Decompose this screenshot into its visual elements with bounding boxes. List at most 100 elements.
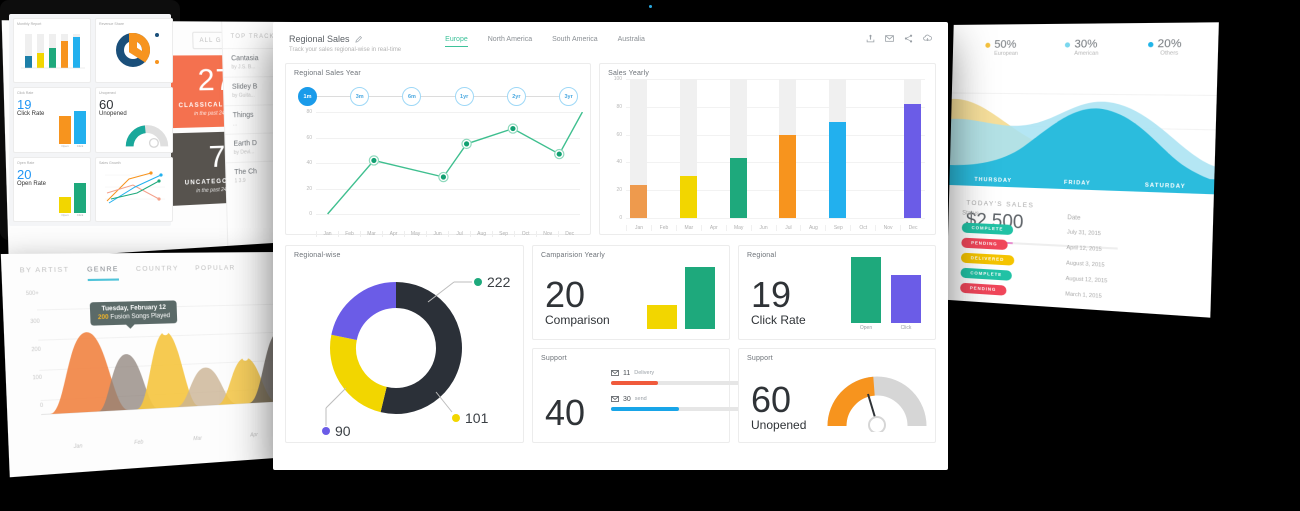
x-tick: May: [725, 225, 751, 231]
gauge-chart: [827, 376, 927, 432]
card-comparison-yearly: Camparision Yearly 20 Comparison: [532, 245, 730, 340]
click-rate-value: 19: [17, 97, 32, 113]
mail-icon: [611, 370, 619, 376]
data-point-center: [510, 125, 516, 132]
range-step-1m[interactable]: 1m: [298, 87, 317, 106]
card-title: Regional Sales Year: [294, 70, 361, 77]
genre-area-chart-panel: BY ARTIST GENRE COUNTRY POPULAR 500+ 300 200 1…: [0, 251, 292, 478]
range-step-3yr[interactable]: 3yr: [559, 87, 579, 106]
unopened-value: 60: [99, 97, 114, 113]
range-step-1yr[interactable]: 1yr: [454, 87, 474, 106]
regional-overview-panel: 50% European 30% American 20% Others THURSDAY…: [946, 22, 1219, 318]
donut-label: 101: [465, 410, 489, 426]
tab-by-artist[interactable]: BY ARTIST: [20, 266, 70, 282]
mail-icon[interactable]: [885, 34, 894, 43]
range-step-2yr[interactable]: 2yr: [506, 87, 526, 106]
time-range-selector[interactable]: 1m 3m 6m 1yr 2yr 3yr: [286, 77, 590, 110]
unopened-label: Unopened: [99, 111, 127, 118]
legend-percent: 30%: [1074, 38, 1098, 51]
bar[interactable]: [829, 122, 847, 218]
row-date: August 3, 2015: [1065, 259, 1105, 269]
donut-slice[interactable]: [330, 334, 388, 413]
bar[interactable]: [679, 176, 697, 218]
range-step-6m[interactable]: 6m: [402, 87, 422, 106]
tab-country[interactable]: COUNTRY: [136, 265, 179, 280]
bar-slot: [626, 79, 651, 218]
dashboard-header: Regional Sales Track your sales regional…: [273, 22, 948, 53]
comparison-value: 20: [545, 273, 586, 315]
x-tick: Mar: [675, 225, 701, 231]
status-badge: PENDING: [960, 282, 1007, 296]
row-date: July 31, 2015: [1066, 228, 1102, 237]
metric-count: 11: [623, 369, 631, 377]
bar-chart: 100 80 60 40 20 0 Jan Feb Mar Apr May Jun Jul Aug Sep…: [608, 76, 927, 231]
tab-popular[interactable]: POPULAR: [195, 265, 236, 280]
bar[interactable]: [779, 134, 797, 218]
status-badge: COMPLETE: [961, 222, 1014, 235]
status-badge: COMPLETE: [960, 267, 1013, 281]
support-value: 40: [545, 391, 586, 433]
x-tick: Jun: [750, 225, 776, 231]
x-tick: Dec: [558, 231, 580, 237]
card-regional-wise: Regional-wise 222 101 90: [285, 245, 524, 443]
bar[interactable]: [729, 158, 747, 218]
weekday-label: SATURDAY: [1144, 182, 1186, 191]
bar-plot: [626, 79, 925, 218]
click-rate-value-block: 19 Click Rate: [751, 276, 806, 327]
bar[interactable]: [904, 104, 922, 218]
share-icon[interactable]: [904, 34, 913, 43]
range-step-3m[interactable]: 3m: [350, 87, 370, 106]
area-chart: 500+ 300 200 100 0 Tuesday, February 12 200 …: [9, 286, 285, 454]
tab-australia[interactable]: Australia: [618, 36, 645, 47]
card-title: Support: [541, 355, 567, 362]
comparison-bars: [647, 267, 715, 329]
donut-slice[interactable]: [331, 282, 397, 341]
y-tick: 20: [616, 187, 623, 194]
y-tick: 80: [306, 109, 312, 115]
card-title: Unopened: [99, 91, 116, 96]
tablet-card-click-rate: Click Rate 19 Click Rate Open Click: [13, 87, 91, 153]
x-tick: Jan: [626, 225, 651, 231]
stat-column-2: Regional 19 Click Rate Open Click Suppor…: [738, 245, 936, 443]
legend-item: 50% European: [985, 39, 1018, 57]
mini-gauge: [125, 124, 169, 148]
mini-scatter-chart: [105, 171, 165, 204]
tablet-card-sales-growth: Sales Growth: [95, 156, 173, 222]
pencil-icon[interactable]: [354, 35, 362, 43]
mini-bar-chart: [21, 34, 85, 69]
legend-dot: [985, 42, 991, 48]
tab-north-america[interactable]: North America: [488, 36, 532, 47]
tab-europe[interactable]: Europe: [445, 36, 468, 47]
screenshot-stage: TOTAL BY GENRE ALL GENRES ▼ 34FUSION SON…: [0, 0, 1300, 511]
unopened-value-block: 60 Unopened: [751, 381, 806, 432]
x-tick: Nov: [875, 225, 900, 231]
click-rate-label: Click Rate: [751, 313, 806, 327]
step-connector: [421, 96, 455, 97]
bar[interactable]: [630, 184, 648, 218]
bar-click-label: Click: [900, 325, 912, 331]
bar-slot: [676, 79, 701, 218]
row-date: March 1, 2015: [1065, 290, 1102, 300]
x-tick: May: [404, 231, 426, 237]
legend-dot: [1147, 41, 1154, 48]
card-title: Click Rate: [17, 91, 34, 96]
card-title: Camparision Yearly: [541, 252, 605, 259]
tab-south-america[interactable]: South America: [552, 36, 598, 47]
tab-genre[interactable]: GENRE: [86, 265, 120, 282]
card-support-delivery: Support 40 11 Delivery 30 send: [532, 348, 761, 443]
metric-unit: send: [634, 396, 647, 402]
cloud-download-icon[interactable]: [923, 34, 932, 43]
donut-slice[interactable]: [380, 282, 462, 414]
x-tick: Sep: [825, 225, 850, 231]
bar-open: [851, 257, 881, 323]
x-tick: Aug: [800, 225, 825, 231]
x-tick: Jan: [73, 443, 83, 451]
bar-a: [647, 305, 677, 329]
legend-label: Others: [1160, 50, 1179, 57]
metric-unit: Delivery: [634, 370, 655, 376]
mail-icon: [611, 396, 619, 402]
y-tick: 60: [306, 134, 312, 141]
camera-icon: [648, 5, 652, 8]
x-axis-labels: Jan Feb Mar Apr: [47, 430, 281, 451]
upload-icon[interactable]: [866, 34, 875, 43]
